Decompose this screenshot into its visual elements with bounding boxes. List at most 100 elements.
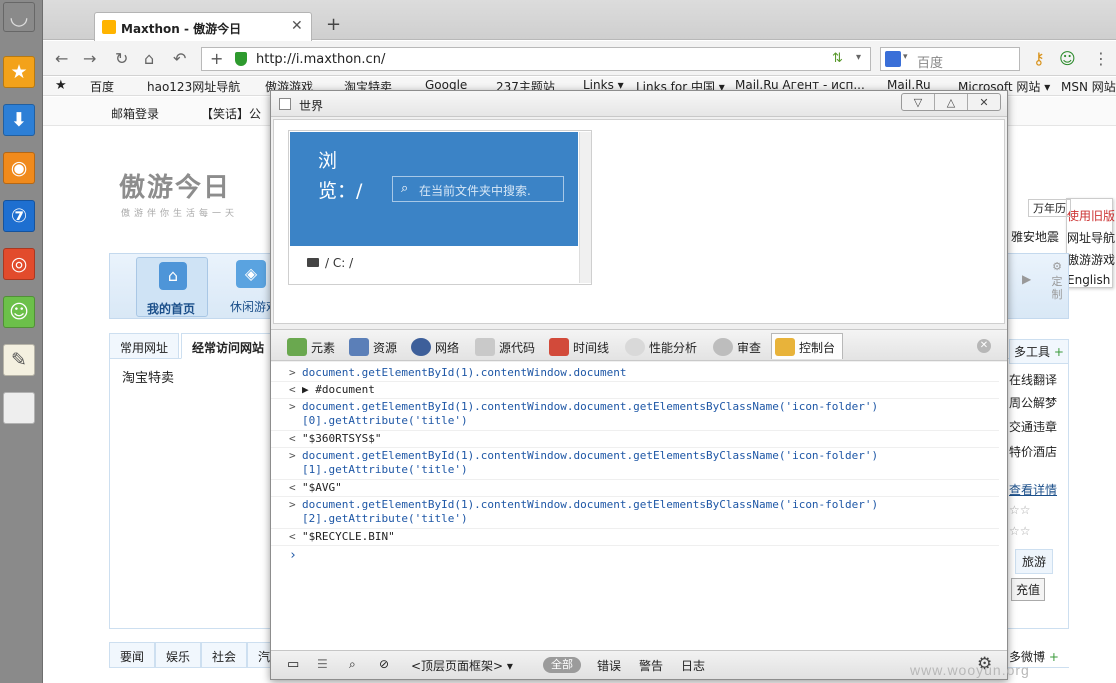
- smiley-icon[interactable]: ◡: [3, 2, 35, 32]
- tool-sources[interactable]: 源代码: [475, 336, 535, 358]
- rss-icon[interactable]: ◉: [3, 152, 35, 184]
- tab-frequent-sites[interactable]: 经常访问网站: [181, 333, 276, 359]
- logo-slogan: 傲游伴你生活每一天: [121, 209, 239, 219]
- close-icon[interactable]: ✕: [968, 94, 1000, 110]
- tab-society[interactable]: 社会: [201, 642, 248, 668]
- recharge-button[interactable]: 充值: [1011, 578, 1046, 601]
- resource-sniffer-icon[interactable]: ⇅: [832, 51, 843, 66]
- search-icon: ⌕: [401, 181, 409, 196]
- dock-toggle-icon[interactable]: ▭: [287, 657, 299, 672]
- clear-console-icon[interactable]: ⊘: [379, 657, 389, 671]
- folder-search-input[interactable]: ⌕ 在当前文件夹中搜索.: [392, 176, 564, 202]
- dream-link[interactable]: 周公解梦: [1009, 394, 1057, 411]
- tool-console[interactable]: 控制台: [775, 336, 835, 358]
- frame-selector[interactable]: <顶层页面框架> ▾: [411, 657, 513, 674]
- filter-warnings[interactable]: 警告: [639, 657, 663, 674]
- search-icon[interactable]: ⌕: [349, 657, 356, 672]
- dropdown-arrow-icon[interactable]: ▾: [856, 52, 861, 63]
- filter-errors[interactable]: 错误: [597, 657, 621, 674]
- translate-link[interactable]: 在线翻译: [1009, 371, 1057, 388]
- file-browser-frame: 浏览：/ ⌕ 在当前文件夹中搜索. / C: /: [288, 130, 592, 285]
- blank-slot-icon[interactable]: [3, 392, 35, 424]
- filter-all[interactable]: 全部: [543, 657, 581, 673]
- audits-icon: [713, 338, 733, 356]
- console-input-line: > document.getElementById(1).contentWindo…: [271, 498, 999, 529]
- nav-link[interactable]: 网址导航: [1067, 229, 1115, 246]
- tool-resources[interactable]: 资源: [349, 336, 397, 358]
- scroll-right-icon[interactable]: ▶: [1022, 272, 1031, 286]
- baidu-icon[interactable]: [885, 51, 901, 67]
- english-link[interactable]: English: [1067, 273, 1110, 287]
- key-icon[interactable]: ⚷: [1033, 49, 1045, 68]
- site-item[interactable]: 淘宝特卖: [122, 367, 174, 386]
- tool-console-label: 控制台: [799, 340, 836, 355]
- search-engine-dropdown-icon[interactable]: ▾: [903, 52, 908, 62]
- fav-hao123[interactable]: hao123网址导航: [147, 78, 240, 95]
- hotel-link[interactable]: 特价酒店: [1009, 443, 1057, 460]
- tool-timeline[interactable]: 时间线: [549, 336, 609, 358]
- mail-login-link[interactable]: 邮箱登录: [111, 105, 159, 122]
- home-icon[interactable]: ⌂: [144, 49, 154, 68]
- folder-search-placeholder: 在当前文件夹中搜索.: [419, 184, 531, 198]
- maximize-icon[interactable]: △: [935, 94, 968, 110]
- undo-icon[interactable]: ↶: [173, 49, 186, 68]
- tab-close-icon[interactable]: ✕: [291, 18, 303, 34]
- forward-icon[interactable]: →: [83, 49, 96, 68]
- console-command: document.getElementById(1).contentWindow…: [302, 400, 879, 427]
- calendar-link[interactable]: 万年历: [1028, 199, 1071, 217]
- joke-link[interactable]: 【笑话】公: [201, 105, 261, 122]
- games-link[interactable]: 傲游游戏: [1067, 251, 1115, 268]
- devtools-titlebar[interactable]: 世界 ▽ △ ✕: [271, 91, 1007, 117]
- search-box[interactable]: ▾ 百度: [880, 47, 1020, 71]
- news-link[interactable]: 雅安地震: [1011, 228, 1059, 245]
- dock-icon[interactable]: ▽: [902, 94, 935, 110]
- tool-elements[interactable]: 元素: [287, 336, 335, 358]
- show-drawer-icon[interactable]: ☰: [317, 657, 328, 671]
- travel-tab[interactable]: 旅游: [1015, 549, 1054, 574]
- tab-news[interactable]: 要闻: [109, 642, 156, 668]
- emoji-icon[interactable]: ☺: [3, 296, 35, 328]
- tool-network[interactable]: 网络: [411, 336, 459, 358]
- tab-maxthon[interactable]: Maxthon - 傲游今日 ✕: [94, 12, 312, 41]
- home-nav-button[interactable]: ⌂ 我的首页: [136, 257, 208, 317]
- console-icon: [775, 338, 795, 356]
- tool-audits[interactable]: 审查: [713, 336, 761, 358]
- rating-stars-icon: ☆☆: [1009, 503, 1031, 517]
- old-version-link[interactable]: 使用旧版: [1067, 207, 1115, 224]
- console-output-line[interactable]: < ▶ #document: [271, 383, 999, 399]
- menu-icon[interactable]: ⋮: [1093, 49, 1109, 68]
- favorites-star-icon[interactable]: ★: [55, 78, 67, 93]
- scrollbar[interactable]: [579, 132, 591, 283]
- filter-logs[interactable]: 日志: [681, 657, 705, 674]
- tool-profiles[interactable]: 性能分析: [625, 336, 697, 358]
- traffic-link[interactable]: 交通违章: [1009, 418, 1057, 435]
- navigation-bar: ← → ↻ ⌂ ↶ + http://i.maxthon.cn/ ⇅ ▾ ▾ 百…: [43, 41, 1116, 76]
- gamepad-icon[interactable]: ◈: [236, 260, 266, 288]
- back-icon[interactable]: ←: [55, 49, 68, 68]
- output-arrow-icon: <: [289, 432, 296, 445]
- fav-baidu[interactable]: 百度: [90, 78, 114, 95]
- close-drawer-icon[interactable]: ✕: [977, 339, 991, 353]
- weibo-icon[interactable]: ◎: [3, 248, 35, 280]
- fav-msn[interactable]: MSN 网站: [1061, 78, 1116, 95]
- tab-entertainment[interactable]: 娱乐: [155, 642, 202, 668]
- tool-network-label: 网络: [435, 340, 460, 355]
- customize-button[interactable]: ⚙ 定制: [1048, 260, 1066, 312]
- add-favorite-icon[interactable]: +: [210, 49, 223, 68]
- reload-icon[interactable]: ↻: [115, 49, 128, 68]
- new-tab-icon[interactable]: +: [326, 14, 341, 35]
- tools-label[interactable]: 多工具 +: [1009, 339, 1069, 364]
- console-result: "$AVG": [302, 481, 342, 494]
- user-icon[interactable]: ☺: [1059, 49, 1076, 68]
- favorites-star-icon[interactable]: ★: [3, 56, 35, 88]
- breadcrumb-path[interactable]: / C: /: [325, 256, 353, 270]
- tab-common-sites[interactable]: 常用网址: [109, 333, 180, 359]
- notepad-icon[interactable]: ✎: [3, 344, 35, 376]
- console-prompt[interactable]: ›: [289, 548, 297, 563]
- clock-icon[interactable]: ⑦: [3, 200, 35, 232]
- tools-text: 多工具: [1014, 345, 1051, 359]
- details-link[interactable]: 查看详情: [1009, 481, 1057, 498]
- address-bar[interactable]: + http://i.maxthon.cn/ ⇅ ▾: [201, 47, 871, 71]
- download-icon[interactable]: ⬇: [3, 104, 35, 136]
- window-controls: ▽ △ ✕: [901, 93, 1001, 111]
